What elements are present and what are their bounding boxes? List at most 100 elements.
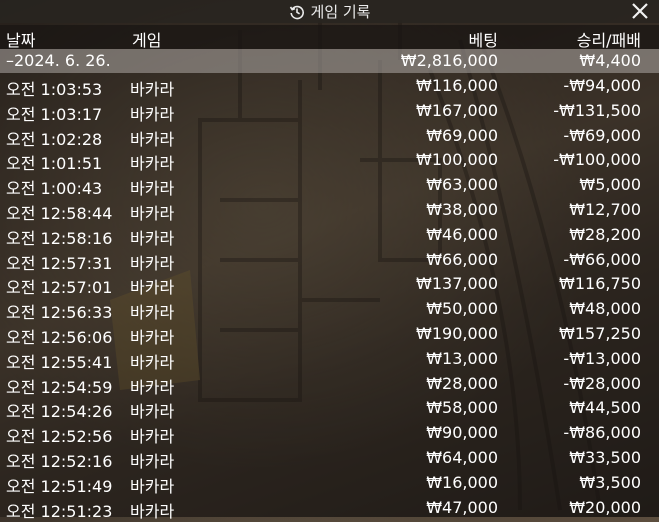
row-bet: ₩16,000 (426, 472, 498, 492)
row-game: 바카라 (130, 228, 175, 248)
row-game: 바카라 (130, 377, 175, 397)
row-result: ₩12,700 (569, 200, 641, 219)
row-result: -₩86,000 (563, 423, 641, 443)
row-time: 오전 12:51:23 (6, 501, 113, 521)
history-row[interactable]: 오전 12:58:16 바카라 ₩46,000 ₩28,200 (0, 223, 659, 248)
row-result: -₩100,000 (553, 150, 641, 170)
row-game: 바카라 (130, 104, 175, 124)
history-row[interactable]: 오전 12:54:26 바카라 ₩58,000 ₩44,500 (0, 396, 659, 422)
row-result: ₩3,500 (579, 472, 641, 492)
row-bet: ₩58,000 (426, 398, 498, 418)
history-row[interactable]: 오전 1:00:43 바카라 ₩63,000 ₩5,000 (0, 173, 659, 199)
row-bet: ₩90,000 (426, 423, 498, 443)
row-game: 바카라 (130, 278, 175, 298)
row-time: 오전 12:54:26 (6, 402, 113, 422)
row-time: 오전 12:52:56 (6, 427, 113, 447)
column-header-game[interactable]: 게임 (132, 27, 161, 51)
row-game: 바카라 (130, 253, 175, 273)
row-result: ₩20,000 (569, 497, 641, 517)
row-game: 바카라 (130, 402, 175, 422)
row-game: 바카라 (130, 80, 175, 99)
history-row[interactable]: 오전 1:03:17 바카라 ₩167,000 -₩131,500 (0, 99, 659, 124)
row-game: 바카라 (130, 427, 175, 447)
row-result: -₩69,000 (563, 125, 641, 145)
row-bet: ₩28,000 (426, 373, 498, 393)
history-row[interactable]: 오전 12:55:41 바카라 ₩13,000 -₩13,000 (0, 347, 659, 372)
row-bet: ₩50,000 (426, 299, 498, 319)
history-row[interactable]: 오전 12:56:06 바카라 ₩190,000 ₩157,250 (0, 322, 659, 347)
row-time: 오전 1:02:28 (6, 129, 103, 149)
history-row[interactable]: 오전 1:03:53 바카라 ₩116,000 -₩94,000 (0, 74, 659, 99)
row-game: 바카라 (130, 352, 175, 372)
row-time: 오전 1:00:43 (6, 179, 103, 199)
row-time: 오전 12:52:16 (6, 452, 113, 471)
row-game: 바카라 (130, 328, 175, 347)
row-time: 오전 12:54:59 (6, 377, 113, 397)
column-header-bet[interactable]: 베팅 (469, 27, 498, 51)
close-button[interactable] (629, 0, 651, 22)
row-game: 바카라 (130, 204, 175, 223)
history-row[interactable]: 오전 12:52:16 바카라 ₩64,000 ₩33,500 (0, 446, 659, 471)
date-group-row[interactable]: –2024. 6. 26. ₩2,816,000 ₩4,400 (0, 49, 659, 73)
row-result: ₩5,000 (579, 175, 641, 195)
close-icon (632, 3, 648, 19)
column-header-result[interactable]: 승리/패배 (577, 27, 641, 51)
row-time: 오전 1:01:51 (6, 154, 103, 174)
row-result: ₩33,500 (569, 448, 641, 467)
history-row[interactable]: 오전 12:57:31 바카라 ₩66,000 -₩66,000 (0, 248, 659, 273)
table-header: 날짜 게임 베팅 승리/패배 (0, 25, 659, 51)
row-result: -₩94,000 (563, 76, 641, 95)
history-row[interactable]: 오전 1:01:51 바카라 ₩100,000 -₩100,000 (0, 148, 659, 174)
row-bet: ₩100,000 (416, 150, 498, 170)
date-group-total-bet: ₩2,816,000 (400, 51, 498, 70)
row-result: -₩131,500 (553, 100, 641, 120)
row-game: 바카라 (130, 452, 175, 471)
row-time: 오전 12:56:06 (6, 328, 113, 347)
row-result: -₩66,000 (563, 249, 641, 269)
row-bet: ₩38,000 (426, 200, 498, 219)
row-game: 바카라 (130, 179, 175, 199)
row-result: -₩28,000 (563, 373, 641, 393)
title-bar: 게임 기록 (0, 0, 659, 23)
history-row[interactable]: 오전 1:02:28 바카라 ₩69,000 -₩69,000 (0, 124, 659, 149)
row-time: 오전 12:58:44 (6, 204, 113, 223)
row-bet: ₩69,000 (426, 125, 498, 145)
history-row[interactable]: 오전 12:51:49 바카라 ₩16,000 ₩3,500 (0, 471, 659, 496)
title-group: 게임 기록 (289, 1, 370, 22)
row-bet: ₩64,000 (426, 448, 498, 467)
row-bet: ₩167,000 (416, 100, 498, 120)
row-game: 바카라 (130, 476, 175, 496)
row-bet: ₩47,000 (426, 497, 498, 517)
column-header-date[interactable]: 날짜 (6, 27, 35, 51)
row-time: 오전 12:57:31 (6, 253, 113, 273)
row-result: ₩157,250 (559, 324, 641, 343)
game-history-modal: 게임 기록 날짜 게임 베팅 승리/패배 –2024. 6. 26. ₩2,81… (0, 0, 659, 521)
row-time: 오전 12:51:49 (6, 476, 113, 496)
history-row[interactable]: 오전 12:51:23 바카라 ₩47,000 ₩20,000 (0, 496, 659, 521)
row-time: 오전 12:55:41 (6, 352, 113, 372)
row-result: -₩13,000 (563, 348, 641, 368)
history-row[interactable]: 오전 12:58:44 바카라 ₩38,000 ₩12,700 (0, 198, 659, 223)
row-bet: ₩116,000 (416, 76, 498, 95)
row-result: ₩48,000 (569, 299, 641, 319)
row-bet: ₩13,000 (426, 348, 498, 368)
row-bet: ₩137,000 (416, 274, 498, 294)
history-row[interactable]: 오전 12:52:56 바카라 ₩90,000 -₩86,000 (0, 421, 659, 447)
row-bet: ₩63,000 (426, 175, 498, 195)
row-bet: ₩66,000 (426, 249, 498, 269)
history-row[interactable]: 오전 12:54:59 바카라 ₩28,000 -₩28,000 (0, 372, 659, 397)
date-group-label: –2024. 6. 26. (6, 51, 111, 70)
row-result: ₩44,500 (569, 398, 641, 418)
history-row[interactable]: 오전 12:56:33 바카라 ₩50,000 ₩48,000 (0, 297, 659, 323)
row-game: 바카라 (130, 129, 175, 149)
row-game: 바카라 (130, 154, 175, 174)
row-time: 오전 12:56:33 (6, 303, 113, 323)
row-result: ₩116,750 (559, 274, 641, 294)
row-game: 바카라 (130, 501, 175, 521)
row-bet: ₩46,000 (426, 224, 498, 244)
row-time: 오전 12:57:01 (6, 278, 113, 298)
row-time: 오전 12:58:16 (6, 228, 113, 248)
row-bet: ₩190,000 (416, 324, 498, 343)
row-time: 오전 1:03:53 (6, 80, 103, 99)
history-row[interactable]: 오전 12:57:01 바카라 ₩137,000 ₩116,750 (0, 272, 659, 298)
